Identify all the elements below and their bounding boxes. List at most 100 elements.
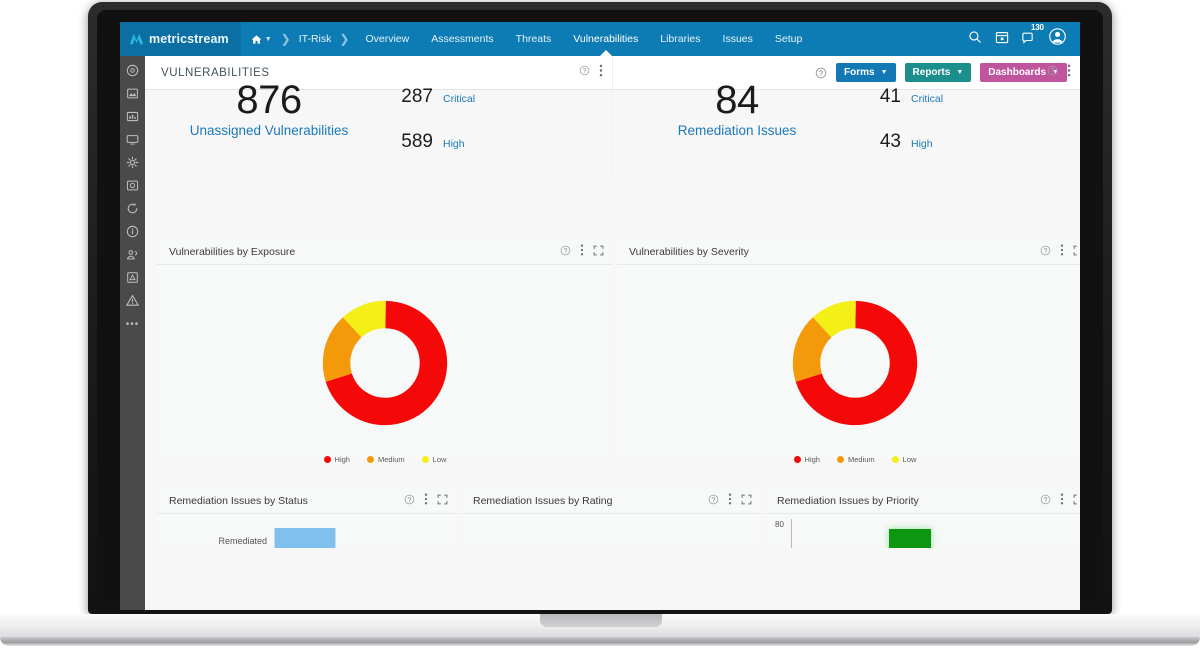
legend-swatch [421, 456, 429, 463]
panel-header: Vulnerabilities by Exposure [157, 239, 613, 265]
expand-fullscreen-icon[interactable] [1073, 245, 1080, 256]
kpi-breakdown-row-critical: 41 Critical [861, 86, 943, 131]
brand-logo[interactable]: metricstream [120, 22, 241, 56]
report-image-icon[interactable] [126, 87, 139, 100]
kpi-breakdown-label[interactable]: High [443, 138, 465, 150]
more-dots-icon[interactable]: ••• [126, 319, 140, 330]
kpi-breakdown-label[interactable]: High [911, 138, 933, 150]
nav-item-libraries[interactable]: Libraries [649, 22, 711, 56]
top-navigation-bar: metricstream ▼ ❯ IT-Risk ❯ Overview Asse… [120, 22, 1080, 56]
more-vertical-icon[interactable] [424, 493, 428, 505]
user-avatar-icon[interactable] [1049, 28, 1066, 50]
kpi-label[interactable]: Unassigned Vulnerabilities [145, 123, 393, 138]
nav-item-assessments[interactable]: Assessments [420, 22, 504, 56]
kpi-card-remediation-issues: 84 Remediation Issues 41 Critical 43 Hig… [613, 56, 1080, 178]
help-circle-icon[interactable] [708, 494, 719, 505]
breadcrumb-separator: ❯ [280, 32, 291, 46]
home-icon [251, 34, 262, 44]
more-vertical-icon[interactable] [1060, 244, 1064, 256]
nav-item-setup[interactable]: Setup [764, 22, 813, 56]
donut-chart-exposure[interactable] [157, 265, 613, 453]
help-circle-icon[interactable] [404, 494, 415, 505]
legend-label: Low [432, 455, 447, 464]
brand-name: metricstream [149, 32, 229, 46]
refresh-cycle-icon[interactable] [126, 202, 139, 215]
kpi-breakdown-value: 43 [879, 131, 901, 152]
help-circle-icon[interactable] [1040, 245, 1051, 256]
help-circle-icon[interactable] [1047, 65, 1058, 76]
info-circle-icon[interactable] [126, 225, 139, 238]
kpi-breakdown-row-high: 589 High [393, 131, 475, 176]
panel-title: Vulnerabilities by Severity [629, 245, 749, 258]
main-content: VULNERABILITIES Forms ▼ Reports ▼ Dashbo… [145, 56, 1080, 610]
kpi-breakdown-row-high: 43 High [861, 131, 943, 176]
more-vertical-icon[interactable] [580, 244, 584, 256]
panel-title: Vulnerabilities by Exposure [169, 245, 296, 258]
notifications-icon[interactable]: 130 [1022, 23, 1044, 49]
legend-item-medium[interactable]: Medium [836, 455, 875, 464]
donut-chart-severity[interactable] [617, 265, 1080, 453]
search-icon[interactable] [968, 30, 982, 49]
nav-item-issues[interactable]: Issues [712, 22, 764, 56]
more-vertical-icon[interactable] [728, 493, 732, 505]
kpi-breakdown-label[interactable]: Critical [911, 93, 943, 105]
legend-label: High [804, 455, 820, 464]
help-circle-icon[interactable] [579, 65, 590, 76]
nav-item-overview[interactable]: Overview [354, 22, 420, 56]
legend-item-low[interactable]: Low [891, 455, 916, 464]
alert-document-icon[interactable] [126, 271, 139, 284]
risk-coin-icon[interactable] [126, 179, 139, 192]
kpi-card-tools [579, 64, 603, 77]
donut-slice-low[interactable] [322, 300, 448, 426]
legend-swatch [836, 456, 844, 463]
metricstream-logo-icon [129, 33, 144, 44]
legend-swatch [323, 456, 331, 463]
help-circle-icon[interactable] [1040, 494, 1051, 505]
legend-swatch [891, 456, 899, 463]
calendar-icon[interactable] [995, 30, 1009, 49]
chevron-down-icon: ▼ [264, 35, 272, 43]
panel-header: Remediation Issues by Priority [765, 488, 1080, 514]
donut-svg [792, 300, 918, 426]
expand-fullscreen-icon[interactable] [1073, 494, 1080, 505]
legend-item-high[interactable]: High [793, 455, 820, 464]
home-breadcrumb[interactable]: ▼ [241, 34, 276, 45]
help-circle-icon[interactable] [560, 245, 571, 256]
expand-fullscreen-icon[interactable] [437, 494, 448, 505]
breadcrumb-module[interactable]: IT-Risk [296, 33, 335, 45]
dashboard-gauge-icon[interactable] [126, 64, 139, 77]
more-vertical-icon[interactable] [1060, 493, 1064, 505]
expand-fullscreen-icon[interactable] [593, 245, 604, 256]
legend-label: High [334, 455, 350, 464]
kpi-value: 876 [236, 78, 302, 122]
kpi-primary: 876 Unassigned Vulnerabilities [145, 78, 393, 138]
kpi-breakdown-label[interactable]: Critical [443, 93, 475, 105]
nav-item-vulnerabilities[interactable]: Vulnerabilities [562, 22, 649, 56]
warning-triangle-icon[interactable] [126, 294, 139, 307]
kpi-breakdown-value: 589 [401, 131, 433, 152]
legend-item-medium[interactable]: Medium [366, 455, 405, 464]
panel-tools [560, 244, 604, 256]
kpi-content: 84 Remediation Issues 41 Critical 43 Hig… [613, 78, 1080, 176]
panel-tools [1040, 493, 1080, 505]
panel-vulnerabilities-by-severity: Vulnerabilities by Severity High Medium … [617, 239, 1080, 464]
breadcrumb: ▼ ❯ IT-Risk ❯ Overview Assessments Threa… [241, 22, 814, 56]
panel-title: Remediation Issues by Rating [473, 494, 613, 507]
chart-legend: High Medium Low [617, 455, 1080, 464]
more-vertical-icon[interactable] [1067, 64, 1071, 77]
donut-slice-low[interactable] [792, 300, 918, 426]
legend-item-low[interactable]: Low [421, 455, 447, 464]
kpi-band: 876 Unassigned Vulnerabilities 287 Criti… [145, 56, 1080, 178]
nav-item-threats[interactable]: Threats [505, 22, 563, 56]
monitor-icon[interactable] [126, 133, 139, 146]
breadcrumb-separator-2: ❯ [339, 32, 350, 46]
legend-swatch [793, 456, 801, 463]
analytics-screen-icon[interactable] [126, 110, 139, 123]
gear-icon[interactable] [126, 156, 139, 169]
legend-item-high[interactable]: High [323, 455, 350, 464]
kpi-content: 876 Unassigned Vulnerabilities 287 Criti… [145, 78, 612, 176]
users-icon[interactable] [126, 248, 139, 261]
more-vertical-icon[interactable] [599, 64, 603, 77]
expand-fullscreen-icon[interactable] [741, 494, 752, 505]
kpi-label[interactable]: Remediation Issues [613, 123, 861, 138]
